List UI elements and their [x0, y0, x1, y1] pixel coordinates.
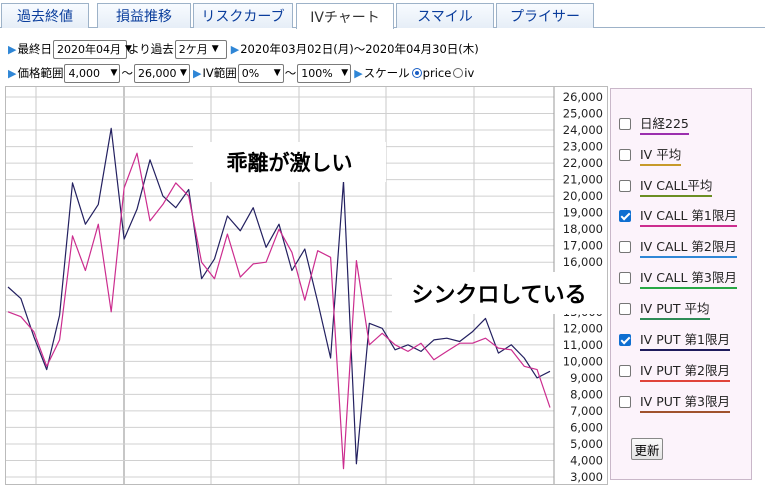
y-tick-label: 22,000: [563, 156, 603, 170]
y-tick-label: 10,000: [563, 354, 603, 368]
legend-label: 日経225: [640, 113, 689, 135]
tab-past-close[interactable]: 過去終値: [1, 3, 89, 28]
y-tick-label: 21,000: [563, 173, 603, 187]
legend-label: IV CALL平均: [640, 175, 713, 197]
back-period-select[interactable]: 2ケ月 ▼: [174, 39, 227, 59]
chevron-down-icon: ▼: [341, 68, 349, 78]
triangle-icon: ▶: [354, 66, 363, 80]
price-max-select[interactable]: 26,000 ▼: [133, 63, 190, 83]
series-legend: 日経225 IV 平均 IV CALL平均 IV CALL 第1限月 IV CA…: [610, 88, 752, 480]
back-period-value: 2ケ月: [178, 43, 208, 56]
period-text: 2020年03月02日(月)～2020年04月30日(木): [240, 42, 479, 56]
tab-risk-curve[interactable]: リスクカーブ: [193, 3, 293, 28]
triangle-icon: ▶: [8, 66, 17, 80]
y-tick-label: 17,000: [563, 239, 603, 253]
y-tick-label: 20,000: [563, 189, 603, 203]
checkbox-checked[interactable]: [619, 210, 631, 222]
legend-label: IV PUT 第3限月: [640, 391, 730, 413]
triangle-icon: ▶: [230, 42, 240, 56]
checkbox-checked[interactable]: [619, 334, 631, 346]
tab-bar: 過去終値 損益推移 リスクカーブ IVチャート スマイル プライサー: [0, 0, 765, 29]
checkbox[interactable]: [619, 241, 631, 253]
y-tick-label: 19,000: [563, 206, 603, 220]
y-tick-label: 7,000: [570, 404, 603, 418]
price-max-value: 26,000: [137, 66, 177, 80]
chevron-down-icon: ▼: [110, 68, 118, 78]
y-tick-label: 23,000: [563, 140, 603, 154]
legend-label: IV PUT 第1限月: [640, 329, 730, 351]
legend-label: IV PUT 平均: [640, 298, 710, 320]
last-day-value: 2020年04月: [56, 43, 121, 56]
y-tick-label: 6,000: [570, 420, 603, 434]
checkbox[interactable]: [619, 118, 631, 130]
triangle-icon: ▶: [192, 66, 202, 80]
scale-label: スケール: [363, 66, 410, 80]
checkbox[interactable]: [619, 149, 631, 161]
legend-label: IV 平均: [640, 144, 682, 166]
last-day-select[interactable]: 2020年04月 ▼: [52, 39, 132, 59]
legend-label: IV CALL 第1限月: [640, 205, 737, 227]
price-range-label: 価格範囲: [17, 66, 64, 80]
legend-item-iv-put-month2[interactable]: IV PUT 第2限月: [619, 360, 730, 382]
y-tick-label: 12,000: [563, 321, 603, 335]
legend-label: IV CALL 第3限月: [640, 267, 737, 289]
legend-item-iv-call-month3[interactable]: IV CALL 第3限月: [619, 267, 737, 289]
chevron-down-icon: ▼: [211, 44, 219, 54]
checkbox[interactable]: [619, 303, 631, 315]
legend-label: IV PUT 第2限月: [640, 360, 730, 382]
legend-item-nikkei225[interactable]: 日経225: [619, 113, 689, 135]
period-controls: ▶ 最終日 2020年04月 ▼ より過去 2ケ月 ▼ ▶ 2020年03月02日(…: [8, 39, 479, 59]
price-min-select[interactable]: 4,000 ▼: [64, 63, 121, 83]
legend-item-iv-call-average[interactable]: IV CALL平均: [619, 175, 713, 197]
y-tick-label: 4,000: [570, 453, 603, 467]
chevron-down-icon: ▼: [180, 68, 187, 78]
y-tick-label: 5,000: [570, 437, 603, 451]
legend-item-iv-put-month1[interactable]: IV PUT 第1限月: [619, 329, 730, 351]
triangle-icon: ▶: [8, 42, 17, 56]
y-tick-label: 8,000: [570, 387, 603, 401]
y-tick-label: 9,000: [570, 371, 603, 385]
checkbox[interactable]: [619, 365, 631, 377]
y-tick-label: 26,000: [563, 90, 603, 104]
tab-smile[interactable]: スマイル: [396, 3, 494, 28]
iv-max-value: 100%: [301, 66, 333, 80]
checkbox[interactable]: [619, 272, 631, 284]
y-tick-label: 11,000: [563, 338, 603, 352]
y-tick-label: 16,000: [563, 255, 603, 269]
annotation-sync: シンクロしている: [392, 272, 606, 314]
checkbox[interactable]: [619, 396, 631, 408]
annotation-divergence: 乖離が激しい: [193, 142, 386, 182]
legend-item-iv-call-month2[interactable]: IV CALL 第2限月: [619, 236, 737, 258]
tab-pnl-trend[interactable]: 損益推移: [97, 3, 191, 28]
y-tick-label: 3,000: [570, 470, 603, 484]
tilde-separator: ～: [121, 66, 133, 80]
y-tick-label: 18,000: [563, 222, 603, 236]
back-label: より過去: [127, 42, 174, 56]
update-button[interactable]: 更新: [631, 438, 663, 460]
range-controls: ▶ 価格範囲 4,000 ▼ ～ 26,000 ▼ ▶ IV範囲 0% ▼ ～ 100…: [8, 63, 474, 83]
scale-iv-label: iv: [464, 66, 475, 80]
scale-iv-radio[interactable]: [453, 68, 464, 78]
last-day-label: 最終日: [17, 42, 52, 56]
chevron-down-icon: ▼: [273, 68, 281, 78]
checkbox[interactable]: [619, 180, 631, 192]
legend-item-iv-put-month3[interactable]: IV PUT 第3限月: [619, 391, 730, 413]
iv-min-select[interactable]: 0% ▼: [237, 63, 284, 83]
scale-price-label: price: [422, 66, 452, 80]
iv-range-label: IV範囲: [202, 66, 237, 80]
price-min-value: 4,000: [68, 66, 100, 80]
y-tick-label: 24,000: [563, 123, 603, 137]
legend-item-iv-call-month1[interactable]: IV CALL 第1限月: [619, 205, 737, 227]
iv-min-value: 0%: [241, 66, 260, 80]
legend-item-iv-average[interactable]: IV 平均: [619, 144, 682, 166]
legend-label: IV CALL 第2限月: [640, 236, 737, 258]
tab-iv-chart[interactable]: IVチャート: [296, 3, 394, 29]
tilde-separator: ～: [284, 66, 297, 80]
y-tick-label: 25,000: [563, 107, 603, 121]
iv-max-select[interactable]: 100% ▼: [297, 63, 352, 83]
tab-pricer[interactable]: プライサー: [496, 3, 594, 28]
legend-item-iv-put-average[interactable]: IV PUT 平均: [619, 298, 710, 320]
scale-price-radio[interactable]: [411, 68, 422, 78]
